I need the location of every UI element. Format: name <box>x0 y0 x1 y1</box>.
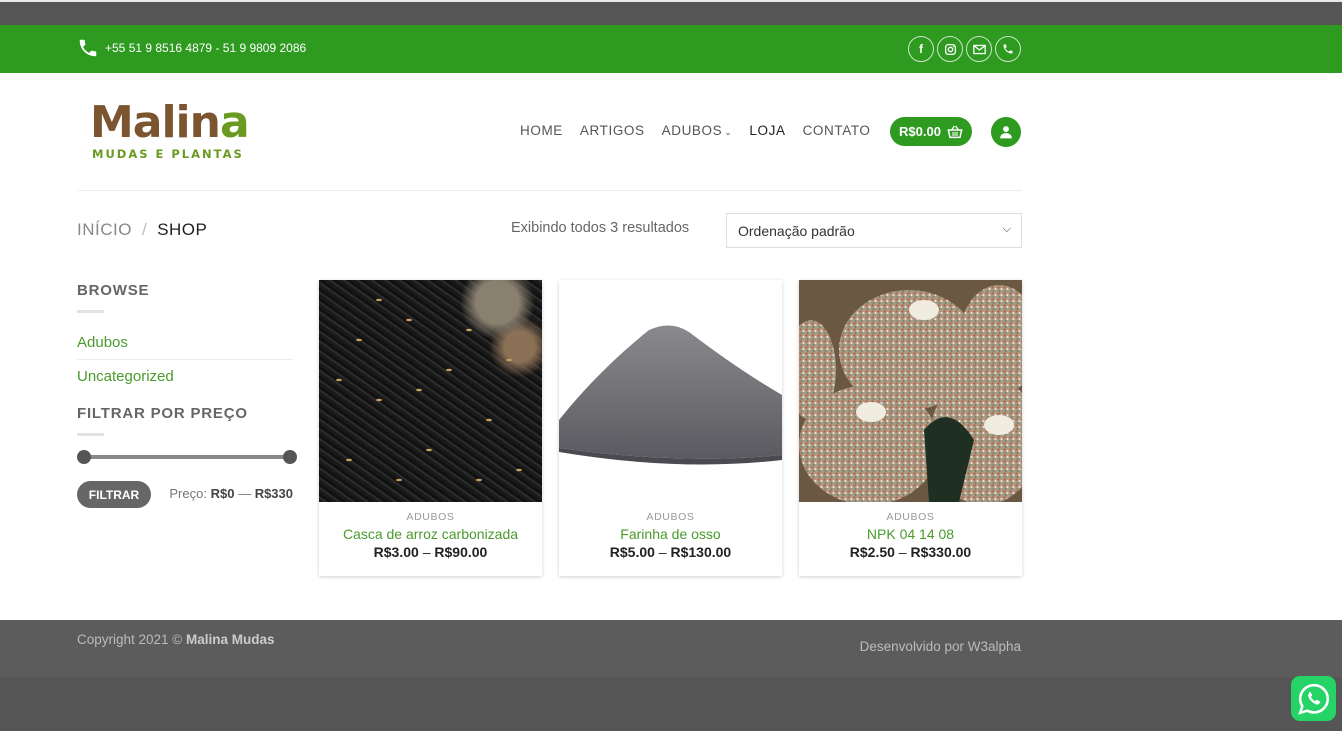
price-low: R$5.00 <box>609 544 655 560</box>
header-divider <box>77 190 1022 191</box>
breadcrumb-home[interactable]: INÍCIO <box>77 220 132 239</box>
phone-numbers: +55 51 9 8516 4879 - 51 9 9809 2086 <box>105 41 307 55</box>
nav-adubos-label: ADUBOS <box>661 123 723 138</box>
price-slider[interactable] <box>77 450 297 464</box>
product-name[interactable]: NPK 04 14 08 <box>799 526 1022 542</box>
phone-icon <box>79 39 97 57</box>
price-high: R$130.00 <box>670 544 732 560</box>
slider-handle-max[interactable] <box>283 450 297 464</box>
email-icon[interactable] <box>966 36 992 62</box>
price-high: R$330.00 <box>910 544 972 560</box>
price-dash: — <box>238 486 252 501</box>
category-list: Adubos Uncategorized <box>77 333 293 393</box>
instagram-icon[interactable] <box>937 36 963 62</box>
product-category: ADUBOS <box>406 511 455 523</box>
product-info: ADUBOS NPK 04 14 08 R$2.50 – R$330.00 <box>799 502 1022 560</box>
product-image[interactable] <box>319 280 542 502</box>
nav-loja[interactable]: LOJA <box>749 123 785 138</box>
social-links: f <box>908 36 1021 62</box>
price-min: R$0 <box>210 486 235 501</box>
bottom-bar <box>0 677 1342 731</box>
basket-icon <box>947 125 963 138</box>
product-image[interactable] <box>559 280 782 502</box>
product-price: R$2.50 – R$330.00 <box>849 544 972 560</box>
phone-icon[interactable] <box>995 36 1021 62</box>
product-price: R$3.00 – R$90.00 <box>373 544 488 560</box>
price-label-text: Preço: <box>169 486 207 501</box>
price-filter-title: FILTRAR POR PREÇO <box>77 405 248 422</box>
product-category: ADUBOS <box>886 511 935 523</box>
sort-select[interactable]: Ordenação padrão ⌵ <box>726 213 1022 248</box>
logo-name: Malin <box>90 97 221 148</box>
product-name[interactable]: Casca de arroz carbonizada <box>319 526 542 542</box>
product-image[interactable] <box>799 280 1022 502</box>
phone-contact[interactable]: +55 51 9 8516 4879 - 51 9 9809 2086 <box>77 37 306 59</box>
page: +55 51 9 8516 4879 - 51 9 9809 2086 f Ma… <box>0 0 1342 731</box>
price-range-label: Preço: R$0 — R$330 <box>169 486 293 501</box>
site-logo[interactable]: Malina MUDAS E PLANTAS <box>90 101 250 162</box>
price-high: R$90.00 <box>434 544 488 560</box>
browse-title: BROWSE <box>77 282 150 299</box>
developer-credit[interactable]: Desenvolvido por W3alpha <box>860 639 1021 654</box>
main-nav: HOME ARTIGOS ADUBOS ⌄ LOJA CONTATO <box>520 123 871 138</box>
filter-row: FILTRAR Preço: R$0 — R$330 <box>77 481 293 508</box>
breadcrumb: INÍCIO / SHOP <box>77 220 207 240</box>
whatsapp-button[interactable] <box>1291 676 1336 721</box>
sidebar: BROWSE Adubos Uncategorized FILTRAR POR … <box>77 282 297 508</box>
product-name[interactable]: Farinha de osso <box>559 526 782 542</box>
breadcrumb-separator: / <box>141 220 148 239</box>
category-adubos[interactable]: Adubos <box>77 333 293 360</box>
nav-adubos[interactable]: ADUBOS ⌄ <box>662 123 733 138</box>
whatsapp-icon <box>1297 683 1329 715</box>
product-grid: ADUBOS Casca de arroz carbonizada R$3.00… <box>319 280 1022 576</box>
product-info: ADUBOS Farinha de osso R$5.00 – R$130.00 <box>559 502 782 560</box>
user-icon <box>1000 126 1012 139</box>
title-underline <box>77 433 104 436</box>
logo-tagline: MUDAS E PLANTAS <box>92 147 244 161</box>
price-max: R$330 <box>254 486 293 501</box>
chevron-down-icon: ⌵ <box>1002 223 1011 235</box>
copyright: Copyright 2021 © Malina Mudas <box>77 632 275 647</box>
slider-handle-min[interactable] <box>77 450 91 464</box>
product-card[interactable]: ADUBOS Farinha de osso R$5.00 – R$130.00 <box>559 280 782 576</box>
nav-contato[interactable]: CONTATO <box>803 123 871 138</box>
site-footer: Copyright 2021 © Malina Mudas Desenvolvi… <box>0 620 1342 677</box>
product-card[interactable]: ADUBOS Casca de arroz carbonizada R$3.00… <box>319 280 542 576</box>
top-bar: +55 51 9 8516 4879 - 51 9 9809 2086 f <box>0 25 1342 73</box>
sort-selected: Ordenação padrão <box>738 223 855 239</box>
logo-name-accent: a <box>219 97 250 148</box>
copyright-prefix: Copyright 2021 © <box>77 632 183 647</box>
product-card[interactable]: ADUBOS NPK 04 14 08 R$2.50 – R$330.00 <box>799 280 1022 576</box>
slider-track <box>83 455 287 459</box>
product-price: R$5.00 – R$130.00 <box>609 544 732 560</box>
top-strip <box>0 0 1342 25</box>
chevron-down-icon: ⌄ <box>724 127 733 137</box>
filter-button[interactable]: FILTRAR <box>77 481 151 508</box>
category-uncategorized[interactable]: Uncategorized <box>77 367 293 393</box>
price-low: R$3.00 <box>373 544 419 560</box>
product-info: ADUBOS Casca de arroz carbonizada R$3.00… <box>319 502 542 560</box>
breadcrumb-current: SHOP <box>157 220 208 239</box>
product-category: ADUBOS <box>646 511 695 523</box>
site-header: Malina MUDAS E PLANTAS HOME ARTIGOS ADUB… <box>0 73 1342 191</box>
facebook-icon[interactable]: f <box>908 36 934 62</box>
price-low: R$2.50 <box>849 544 895 560</box>
nav-home[interactable]: HOME <box>520 123 563 138</box>
title-underline <box>77 310 104 313</box>
cart-button[interactable]: R$0.00 <box>890 117 972 146</box>
results-count: Exibindo todos 3 resultados <box>511 220 690 236</box>
nav-artigos[interactable]: ARTIGOS <box>580 123 645 138</box>
cart-total: R$0.00 <box>899 124 941 139</box>
account-button[interactable] <box>991 117 1021 147</box>
copyright-brand: Malina Mudas <box>186 632 275 647</box>
